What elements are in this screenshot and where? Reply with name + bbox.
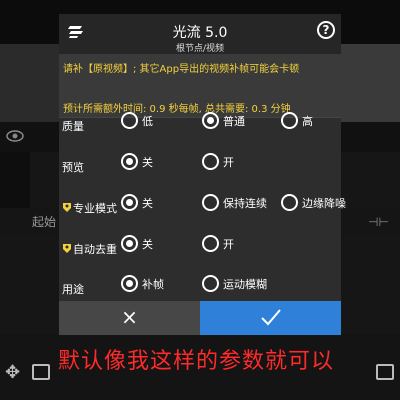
editor-preview-frame [340, 44, 400, 122]
option-label: 关 [142, 238, 153, 251]
purpose-label: 用途 [62, 283, 84, 296]
radio-button[interactable] [281, 194, 298, 211]
quality-label: 质量 [62, 120, 84, 133]
pro-mode-row: 专业模式 关 保持连续 边缘降噪 [59, 194, 346, 224]
pro-mode-label: 专业模式 [62, 200, 117, 216]
radio-button[interactable] [202, 275, 219, 292]
gem-tag-icon [63, 244, 71, 253]
frame-icon[interactable] [32, 364, 50, 380]
option-label: 低 [142, 115, 153, 128]
radio-button-checked[interactable] [121, 275, 138, 292]
layers-icon[interactable] [376, 364, 394, 380]
dialog-subtitle: 根节点/视频 [175, 44, 225, 54]
radio-button[interactable] [202, 194, 219, 211]
track-label: 起始 [32, 215, 57, 229]
move-icon[interactable]: ✥ [5, 362, 20, 383]
cancel-button[interactable]: × [59, 301, 200, 335]
radio-button[interactable] [121, 112, 138, 129]
option-label: 开 [223, 156, 234, 169]
preview-row: 预览 关 开 [59, 153, 341, 183]
preview-label: 预览 [62, 161, 84, 174]
option-label: 补帧 [142, 278, 164, 291]
radio-button[interactable] [202, 235, 219, 252]
auto-dedupe-label: 自动去重 [62, 241, 117, 257]
confirm-button[interactable] [200, 301, 341, 335]
visibility-eye-icon[interactable] [6, 129, 24, 143]
caption-overlay: 默认像我这样的参数就可以 [58, 349, 335, 374]
dialog-header: 光流 5.0 根节点/视频 ? [59, 14, 341, 54]
editor-side-panel [0, 152, 30, 208]
option-label: 关 [142, 156, 153, 169]
option-label: 普通 [223, 115, 245, 128]
radio-button-checked[interactable] [121, 235, 138, 252]
notice-warning: 请补【原视频】; 其它App导出的视频补帧可能会卡顿 [63, 64, 300, 75]
radio-button[interactable] [281, 112, 298, 129]
option-label: 关 [142, 197, 153, 210]
optical-flow-dialog: 光流 5.0 根节点/视频 ? 请补【原视频】; 其它App导出的视频补帧可能会… [59, 14, 346, 335]
option-label: 开 [223, 238, 234, 251]
radio-button-checked[interactable] [202, 112, 219, 129]
pro-mode-text: 专业模式 [73, 202, 117, 215]
quality-row: 质量 低 普通 高 [59, 112, 341, 142]
notice-panel: 请补【原视频】; 其它App导出的视频补帧可能会卡顿 预计所需额外时间: 0.9… [59, 54, 341, 117]
gem-tag-icon [63, 203, 71, 212]
track-cursor-icon[interactable]: ⊣⊢ [368, 215, 389, 229]
checkmark-icon [261, 309, 281, 326]
auto-dedupe-row: 自动去重 关 开 [59, 235, 341, 265]
option-label: 运动模糊 [223, 278, 267, 291]
option-label: 保持连续 [223, 197, 267, 210]
radio-button[interactable] [202, 153, 219, 170]
close-icon: × [121, 305, 138, 329]
radio-button-checked[interactable] [121, 153, 138, 170]
auto-dedupe-text: 自动去重 [73, 243, 117, 256]
option-label: 高 [302, 115, 313, 128]
help-icon[interactable]: ? [317, 21, 335, 39]
radio-button-checked[interactable] [121, 194, 138, 211]
option-label: 边缘降噪 [302, 197, 346, 210]
dialog-title: 光流 5.0 [172, 25, 228, 41]
